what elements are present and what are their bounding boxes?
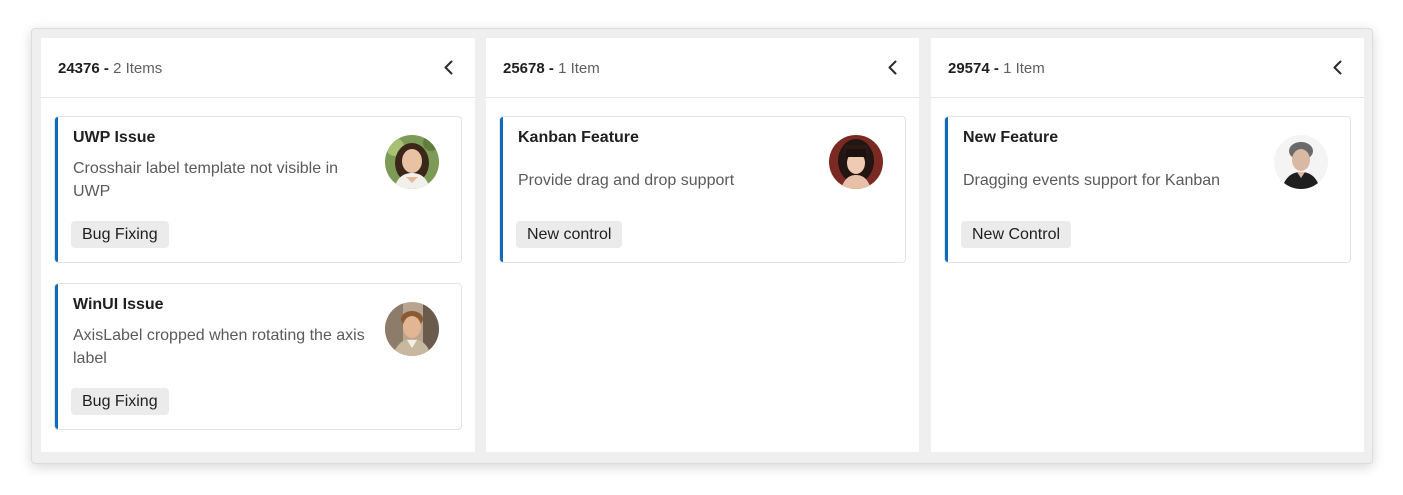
kanban-column: 25678 - 1 Item Kanban Feature Provide dr… bbox=[486, 38, 919, 452]
man-portrait-icon bbox=[385, 302, 439, 356]
column-title: 25678 - 1 Item bbox=[503, 60, 600, 78]
collapse-column-button[interactable] bbox=[881, 56, 905, 80]
column-separator: - bbox=[103, 60, 109, 77]
card-tag[interactable]: New Control bbox=[961, 221, 1072, 248]
column-item-count: 2 Items bbox=[113, 60, 163, 77]
column-item-count: 1 Item bbox=[1003, 60, 1045, 77]
card-title: UWP Issue bbox=[73, 129, 156, 146]
column-header: 24376 - 2 Items bbox=[41, 38, 475, 98]
column-key: 25678 bbox=[503, 60, 545, 77]
card-tag[interactable]: New control bbox=[516, 221, 623, 248]
column-header: 29574 - 1 Item bbox=[931, 38, 1364, 98]
kanban-card[interactable]: Kanban Feature Provide drag and drop sup… bbox=[499, 116, 906, 263]
column-separator: - bbox=[548, 60, 554, 77]
column-separator: - bbox=[993, 60, 999, 77]
card-description: Provide drag and drop support bbox=[518, 172, 735, 189]
column-key: 29574 bbox=[948, 60, 990, 77]
kanban-card[interactable]: New Feature Dragging events support for … bbox=[944, 116, 1351, 263]
collapse-column-button[interactable] bbox=[437, 56, 461, 80]
chevron-left-icon bbox=[888, 60, 897, 75]
card-title: Kanban Feature bbox=[518, 129, 639, 146]
card-description: Dragging events support for Kanban bbox=[963, 172, 1221, 189]
card-title: WinUI Issue bbox=[73, 296, 164, 313]
chevron-left-icon bbox=[1333, 60, 1342, 75]
collapse-column-button[interactable] bbox=[1326, 56, 1350, 80]
chevron-left-icon bbox=[444, 60, 453, 75]
avatar bbox=[385, 135, 439, 189]
kanban-board: 24376 - 2 Items UWP Issue Crosshair labe… bbox=[31, 28, 1373, 464]
kanban-card[interactable]: UWP Issue Crosshair label template not v… bbox=[54, 116, 462, 263]
column-key: 24376 bbox=[58, 60, 100, 77]
card-tag[interactable]: Bug Fixing bbox=[71, 221, 169, 248]
avatar bbox=[1274, 135, 1328, 189]
kanban-card[interactable]: WinUI Issue AxisLabel cropped when rotat… bbox=[54, 283, 462, 430]
man-portrait-icon bbox=[1274, 135, 1328, 189]
card-description: Crosshair label template not visible in … bbox=[73, 160, 339, 200]
card-tag[interactable]: Bug Fixing bbox=[71, 388, 169, 415]
woman-portrait-icon bbox=[385, 135, 439, 189]
kanban-column: 24376 - 2 Items UWP Issue Crosshair labe… bbox=[41, 38, 475, 452]
column-header: 25678 - 1 Item bbox=[486, 38, 919, 98]
avatar bbox=[829, 135, 883, 189]
column-title: 24376 - 2 Items bbox=[58, 60, 162, 78]
column-item-count: 1 Item bbox=[558, 60, 600, 77]
column-title: 29574 - 1 Item bbox=[948, 60, 1045, 78]
card-title: New Feature bbox=[963, 129, 1059, 146]
woman-portrait-icon bbox=[829, 135, 883, 189]
card-description: AxisLabel cropped when rotating the axis… bbox=[73, 327, 365, 367]
avatar bbox=[385, 302, 439, 356]
kanban-column: 29574 - 1 Item New Feature Dragging even… bbox=[931, 38, 1364, 452]
